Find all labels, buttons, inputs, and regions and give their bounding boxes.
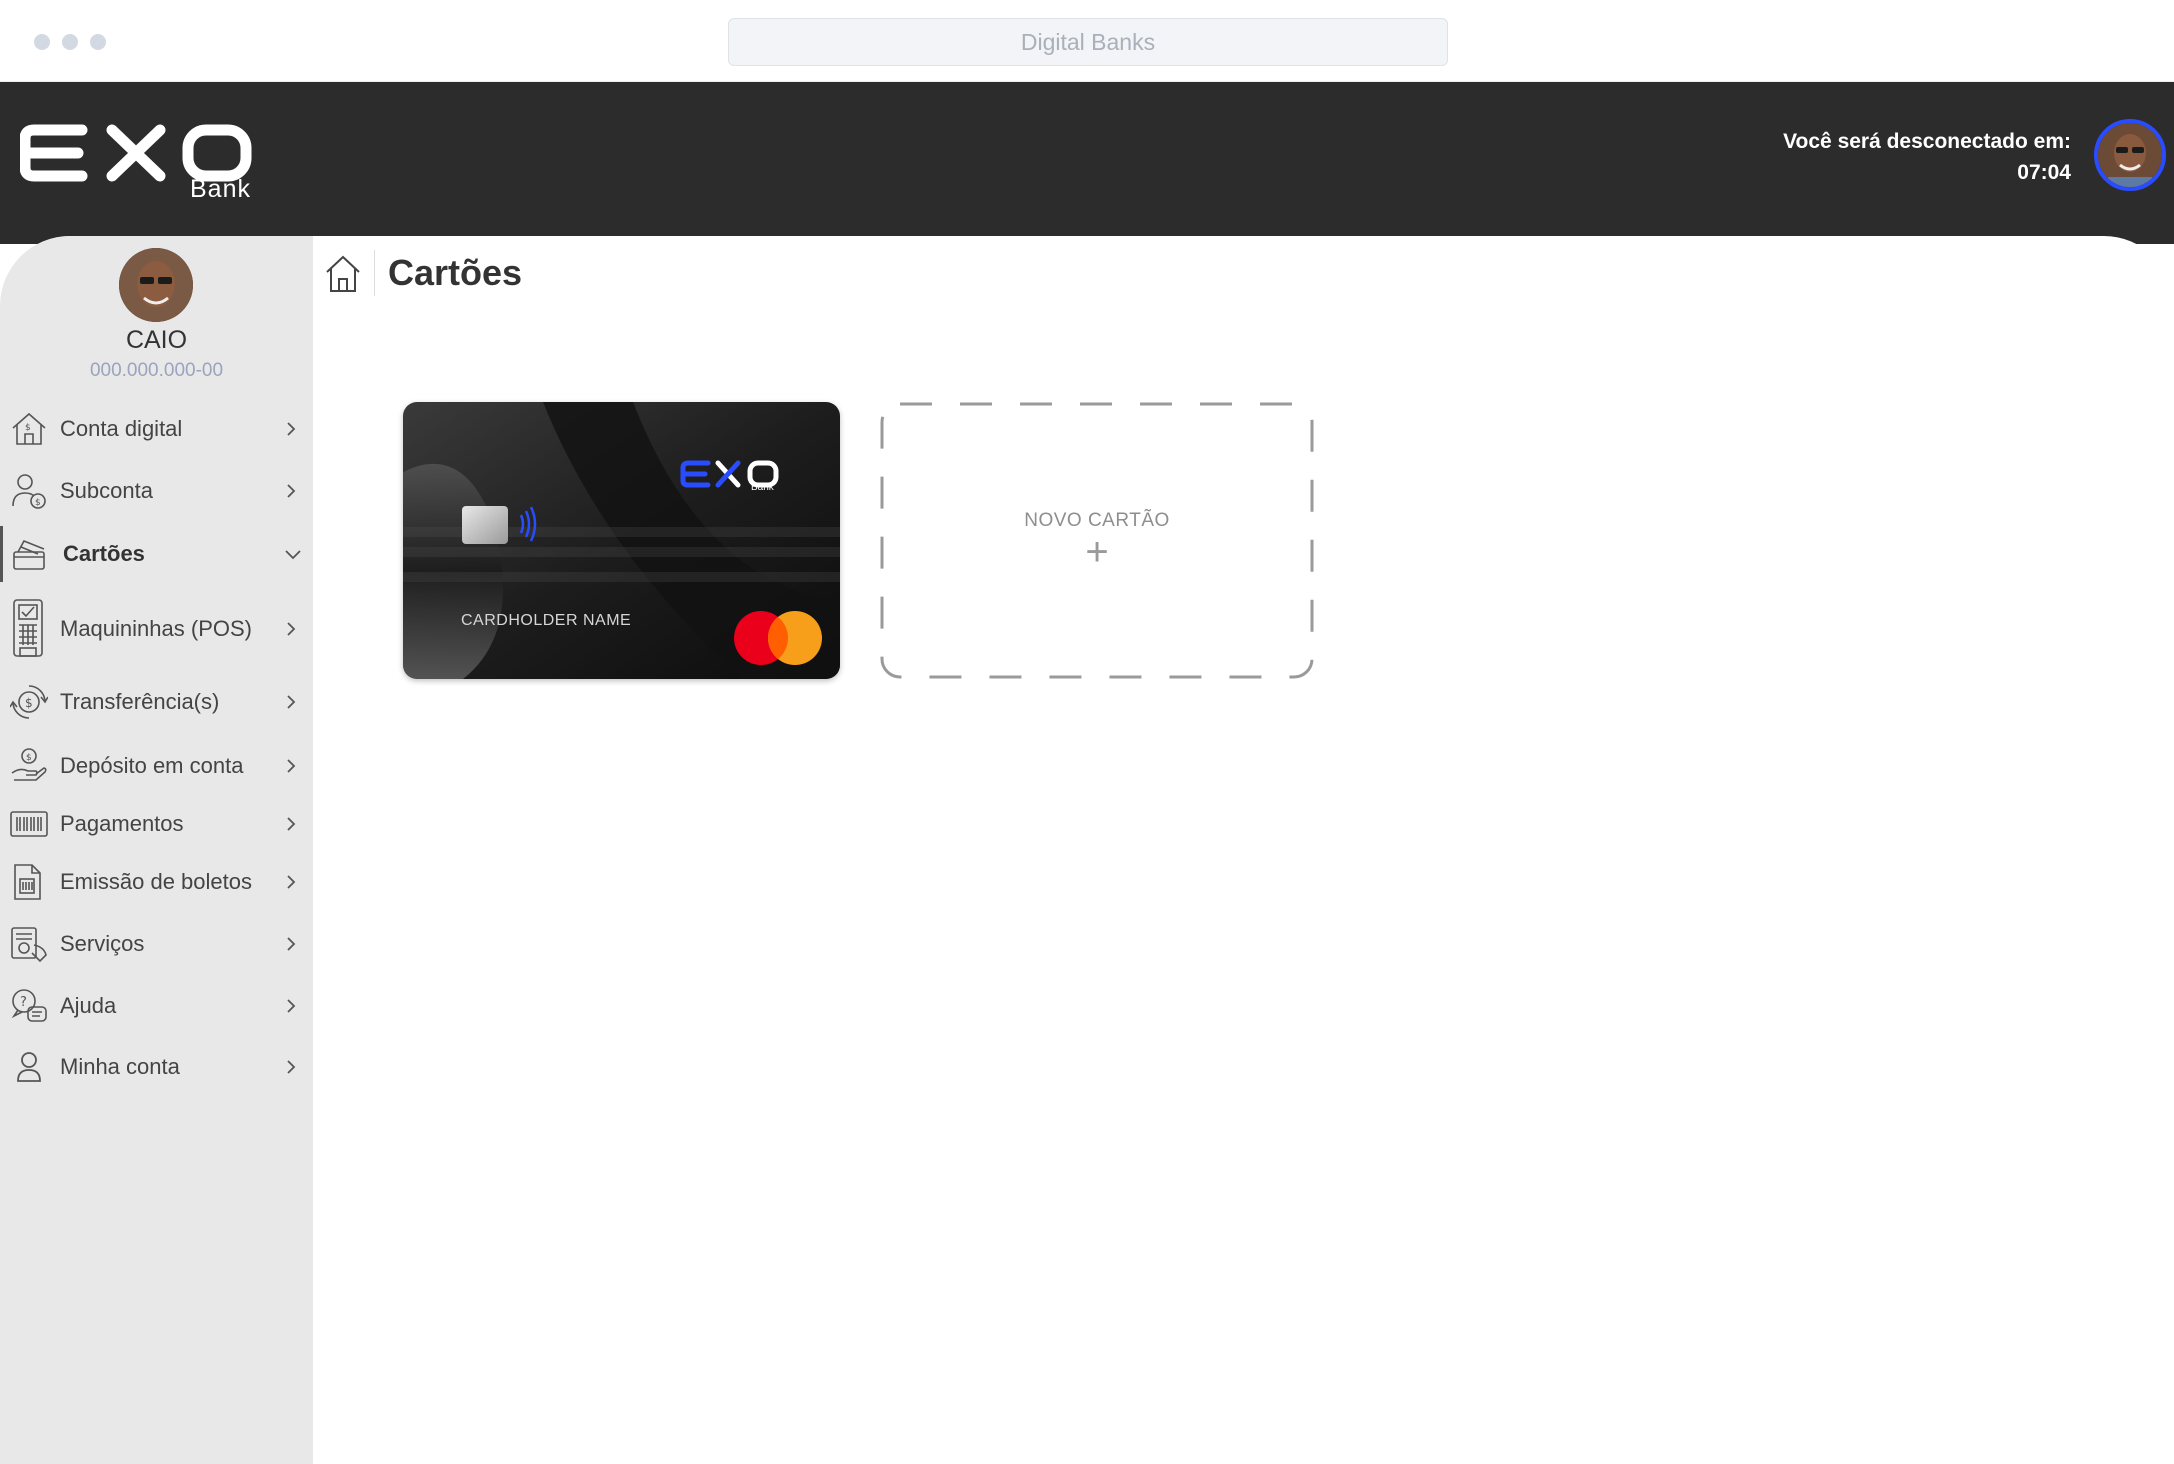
sidebar-item-maquininhas[interactable]: Maquininhas (POS) (0, 598, 313, 660)
pos-terminal-icon (10, 598, 48, 660)
home-dollar-icon: $ (10, 410, 48, 448)
chevron-right-icon (283, 816, 299, 832)
chevron-right-icon (283, 421, 299, 437)
chevron-right-icon (283, 758, 299, 774)
sidebar-item-deposito[interactable]: $ Depósito em conta (0, 738, 313, 794)
sidebar-item-label: Ajuda (60, 993, 117, 1018)
breadcrumb-separator (374, 250, 375, 296)
chevron-right-icon (283, 1059, 299, 1075)
chevron-right-icon (283, 998, 299, 1014)
new-card-button[interactable]: NOVO CARTÃO + (880, 402, 1314, 679)
credit-card[interactable]: Bank CARDHOLDER NAME (403, 402, 840, 679)
sidebar-item-label: Emissão de boletos (60, 869, 252, 894)
sidebar-item-label: Serviços (60, 931, 145, 956)
chevron-right-icon (283, 874, 299, 890)
card-stack-icon (10, 535, 48, 573)
sidebar-item-servicos[interactable]: Serviços (0, 916, 313, 972)
session-timeout: Você será desconectado em: 07:04 (1783, 126, 2071, 188)
sidebar-item-conta-digital[interactable]: $ Conta digital (0, 401, 313, 457)
sidebar-item-label: Pagamentos (60, 811, 184, 836)
svg-text:$: $ (25, 696, 33, 710)
user-name: CAIO (125, 326, 188, 354)
svg-text:$: $ (35, 498, 41, 508)
sidebar-item-subconta[interactable]: $ Subconta (0, 463, 313, 519)
window-close-dot[interactable] (34, 34, 50, 50)
sidebar-item-label: Depósito em conta (60, 753, 244, 778)
header-avatar[interactable] (2094, 119, 2166, 191)
browser-chrome: Digital Banks (0, 0, 2174, 82)
barcode-icon (10, 805, 48, 843)
chevron-right-icon (283, 621, 299, 637)
svg-text:?: ? (20, 995, 27, 1010)
window-maximize-dot[interactable] (90, 34, 106, 50)
svg-text:$: $ (25, 423, 31, 433)
services-icon (10, 925, 48, 963)
page-title: Cartões (388, 252, 523, 293)
sidebar: CAIO 000.000.000-00 $ Conta digital $ Su… (0, 236, 313, 1464)
plus-icon: + (1085, 530, 1109, 574)
home-icon[interactable] (325, 254, 361, 294)
cardholder-name: CARDHOLDER NAME (461, 612, 632, 629)
logo-subtitle: Bank (190, 175, 251, 203)
sidebar-item-label: Subconta (60, 478, 153, 503)
sidebar-item-ajuda[interactable]: ? Ajuda (0, 978, 313, 1034)
sidebar-item-pagamentos[interactable]: Pagamentos (0, 796, 313, 852)
sidebar-item-label: Cartões (63, 541, 145, 566)
help-chat-icon: ? (10, 987, 48, 1025)
chevron-right-icon (283, 483, 299, 499)
sidebar-item-label: Maquininhas (POS) (60, 616, 252, 641)
session-time: 07:04 (2017, 161, 2071, 184)
new-card-label: NOVO CARTÃO (1024, 510, 1170, 531)
window-minimize-dot[interactable] (62, 34, 78, 50)
svg-text:$: $ (26, 753, 32, 763)
sidebar-item-label: Transferência(s) (60, 689, 220, 714)
content-area: CAIO 000.000.000-00 $ Conta digital $ Su… (0, 236, 2174, 1464)
user-document: 000.000.000-00 (89, 360, 224, 381)
session-label: Você será desconectado em: (1783, 130, 2071, 153)
sidebar-item-boletos[interactable]: Emissão de boletos (0, 854, 313, 910)
chevron-down-icon (284, 546, 301, 562)
sidebar-item-cartoes[interactable]: Cartões (0, 526, 313, 582)
user-coin-icon: $ (10, 472, 48, 510)
transfer-coin-icon: $ (10, 683, 48, 721)
address-bar[interactable]: Digital Banks (728, 18, 1448, 66)
sidebar-avatar[interactable] (119, 248, 193, 322)
sidebar-item-minha-conta[interactable]: Minha conta (0, 1039, 313, 1095)
sidebar-item-label: Minha conta (60, 1054, 180, 1079)
user-icon (10, 1048, 48, 1086)
card-logo-subtitle: Bank (751, 482, 774, 493)
app-header: Bank Você será desconectado em: 07:04 (0, 82, 2174, 244)
sidebar-item-transferencias[interactable]: $ Transferência(s) (0, 674, 313, 730)
chevron-right-icon (283, 936, 299, 952)
bill-document-icon (10, 863, 48, 901)
hand-coin-icon: $ (10, 747, 48, 785)
chevron-right-icon (283, 694, 299, 710)
sidebar-item-label: Conta digital (60, 416, 183, 441)
